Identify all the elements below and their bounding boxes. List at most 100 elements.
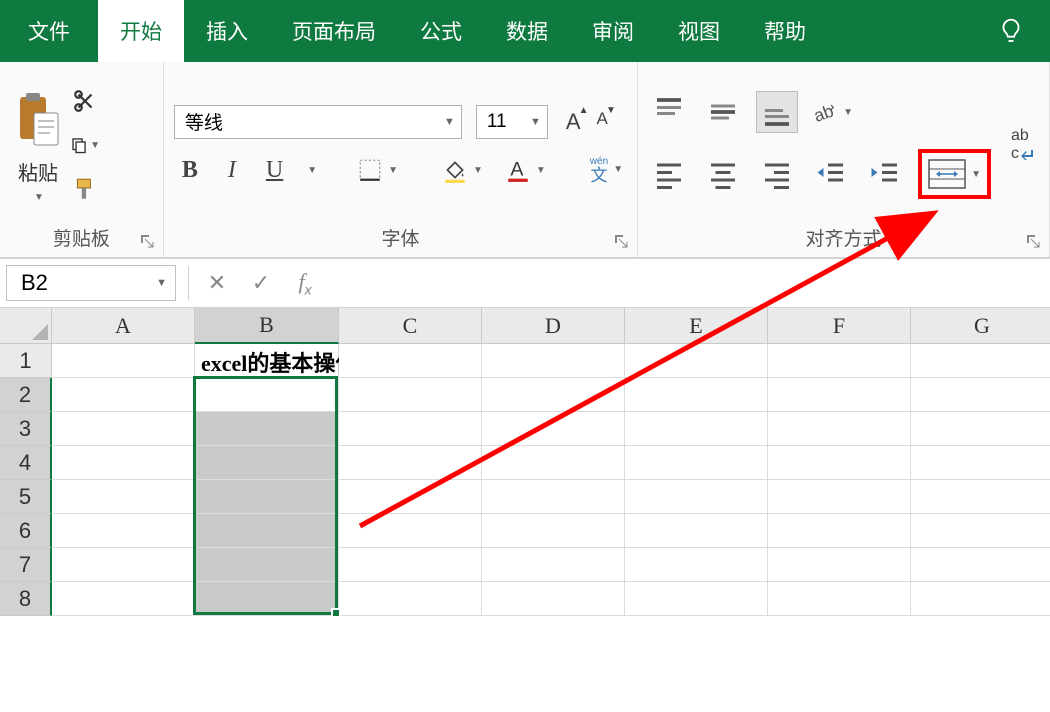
cell[interactable] <box>911 412 1050 446</box>
align-bottom-button[interactable] <box>756 91 798 133</box>
formula-enter-button[interactable]: ✓ <box>239 261 283 305</box>
align-middle-button[interactable] <box>702 91 744 133</box>
cell[interactable] <box>911 480 1050 514</box>
column-header[interactable]: G <box>911 308 1050 344</box>
tab-home[interactable]: 开始 <box>98 0 184 62</box>
row-header[interactable]: 8 <box>0 582 52 616</box>
column-header[interactable]: D <box>482 308 625 344</box>
cell[interactable] <box>339 514 482 548</box>
cell[interactable] <box>339 548 482 582</box>
cut-button[interactable] <box>70 86 100 116</box>
cell[interactable] <box>195 412 339 446</box>
cell[interactable] <box>482 480 625 514</box>
cell[interactable] <box>911 514 1050 548</box>
cell[interactable] <box>482 446 625 480</box>
cell[interactable] <box>195 480 339 514</box>
cell[interactable] <box>768 344 911 378</box>
paste-label[interactable]: 粘贴 <box>18 157 58 186</box>
tab-formulas[interactable]: 公式 <box>398 0 484 62</box>
row-header[interactable]: 6 <box>0 514 52 548</box>
cell[interactable] <box>52 582 195 616</box>
increase-indent-button[interactable] <box>864 153 906 195</box>
tab-view[interactable]: 视图 <box>656 0 742 62</box>
tab-page-layout[interactable]: 页面布局 <box>270 0 398 62</box>
row-header[interactable]: 1 <box>0 344 52 378</box>
cell[interactable] <box>482 412 625 446</box>
cell[interactable] <box>911 378 1050 412</box>
align-left-button[interactable] <box>648 153 690 195</box>
tab-data[interactable]: 数据 <box>484 0 570 62</box>
cell[interactable] <box>195 378 339 412</box>
cell[interactable] <box>52 480 195 514</box>
format-painter-button[interactable] <box>70 174 100 204</box>
increase-font-button[interactable]: A▲ <box>562 107 585 137</box>
cell[interactable] <box>625 514 768 548</box>
row-header[interactable]: 3 <box>0 412 52 446</box>
cell[interactable]: excel的基本操作 <box>195 344 339 378</box>
merge-center-button[interactable]: ▼ <box>928 159 981 189</box>
cell[interactable] <box>482 378 625 412</box>
alignment-dialog-launcher[interactable] <box>1025 233 1041 249</box>
cell[interactable] <box>52 412 195 446</box>
select-all-corner[interactable] <box>0 308 52 344</box>
cell[interactable] <box>625 378 768 412</box>
chevron-down-icon[interactable]: ▼ <box>156 277 167 289</box>
cell[interactable] <box>625 480 768 514</box>
cell[interactable] <box>339 446 482 480</box>
borders-button[interactable]: ▼ <box>353 155 402 185</box>
cell[interactable] <box>52 378 195 412</box>
cell[interactable] <box>625 412 768 446</box>
column-header[interactable]: A <box>52 308 195 344</box>
cell[interactable] <box>339 344 482 378</box>
cell[interactable] <box>339 378 482 412</box>
cell[interactable] <box>911 582 1050 616</box>
cell[interactable] <box>195 514 339 548</box>
cell[interactable] <box>625 344 768 378</box>
tell-me-icon[interactable] <box>972 0 1050 62</box>
row-header[interactable]: 5 <box>0 480 52 514</box>
cell[interactable] <box>52 548 195 582</box>
cell[interactable] <box>625 446 768 480</box>
cell[interactable] <box>768 582 911 616</box>
cell[interactable] <box>911 446 1050 480</box>
cell[interactable] <box>339 582 482 616</box>
name-box[interactable]: B2 ▼ <box>6 265 176 301</box>
align-right-button[interactable] <box>756 153 798 195</box>
row-header[interactable]: 7 <box>0 548 52 582</box>
cell[interactable] <box>52 344 195 378</box>
cell[interactable] <box>482 344 625 378</box>
clipboard-dialog-launcher[interactable] <box>139 233 155 249</box>
align-center-button[interactable] <box>702 153 744 195</box>
copy-button[interactable]: ▼ <box>70 130 100 160</box>
decrease-font-button[interactable]: A▼ <box>593 107 612 137</box>
row-header[interactable]: 4 <box>0 446 52 480</box>
tab-insert[interactable]: 插入 <box>184 0 270 62</box>
cell[interactable] <box>482 514 625 548</box>
tab-help[interactable]: 帮助 <box>742 0 828 62</box>
cell[interactable] <box>339 480 482 514</box>
cell[interactable] <box>911 548 1050 582</box>
tab-file[interactable]: 文件 <box>0 0 98 62</box>
cell[interactable] <box>768 412 911 446</box>
cell[interactable] <box>52 446 195 480</box>
cell[interactable] <box>482 582 625 616</box>
underline-dropdown[interactable]: ▼ <box>307 165 317 176</box>
cell[interactable] <box>339 412 482 446</box>
paste-button[interactable] <box>10 87 66 151</box>
phonetic-guide-button[interactable]: wén 文 ▼ <box>586 155 627 186</box>
align-top-button[interactable] <box>648 91 690 133</box>
cell[interactable] <box>195 446 339 480</box>
formula-input[interactable] <box>327 259 1050 307</box>
underline-button[interactable]: U <box>258 155 291 186</box>
formula-cancel-button[interactable]: ✕ <box>195 261 239 305</box>
cell[interactable] <box>195 548 339 582</box>
font-size-combo[interactable]: 11 ▼ <box>476 105 548 139</box>
column-header[interactable]: F <box>768 308 911 344</box>
cell[interactable] <box>52 514 195 548</box>
cell[interactable] <box>768 378 911 412</box>
column-header[interactable]: B <box>195 308 339 344</box>
cell[interactable] <box>768 480 911 514</box>
bold-button[interactable]: B <box>174 155 206 186</box>
cell[interactable] <box>625 548 768 582</box>
tab-review[interactable]: 审阅 <box>570 0 656 62</box>
